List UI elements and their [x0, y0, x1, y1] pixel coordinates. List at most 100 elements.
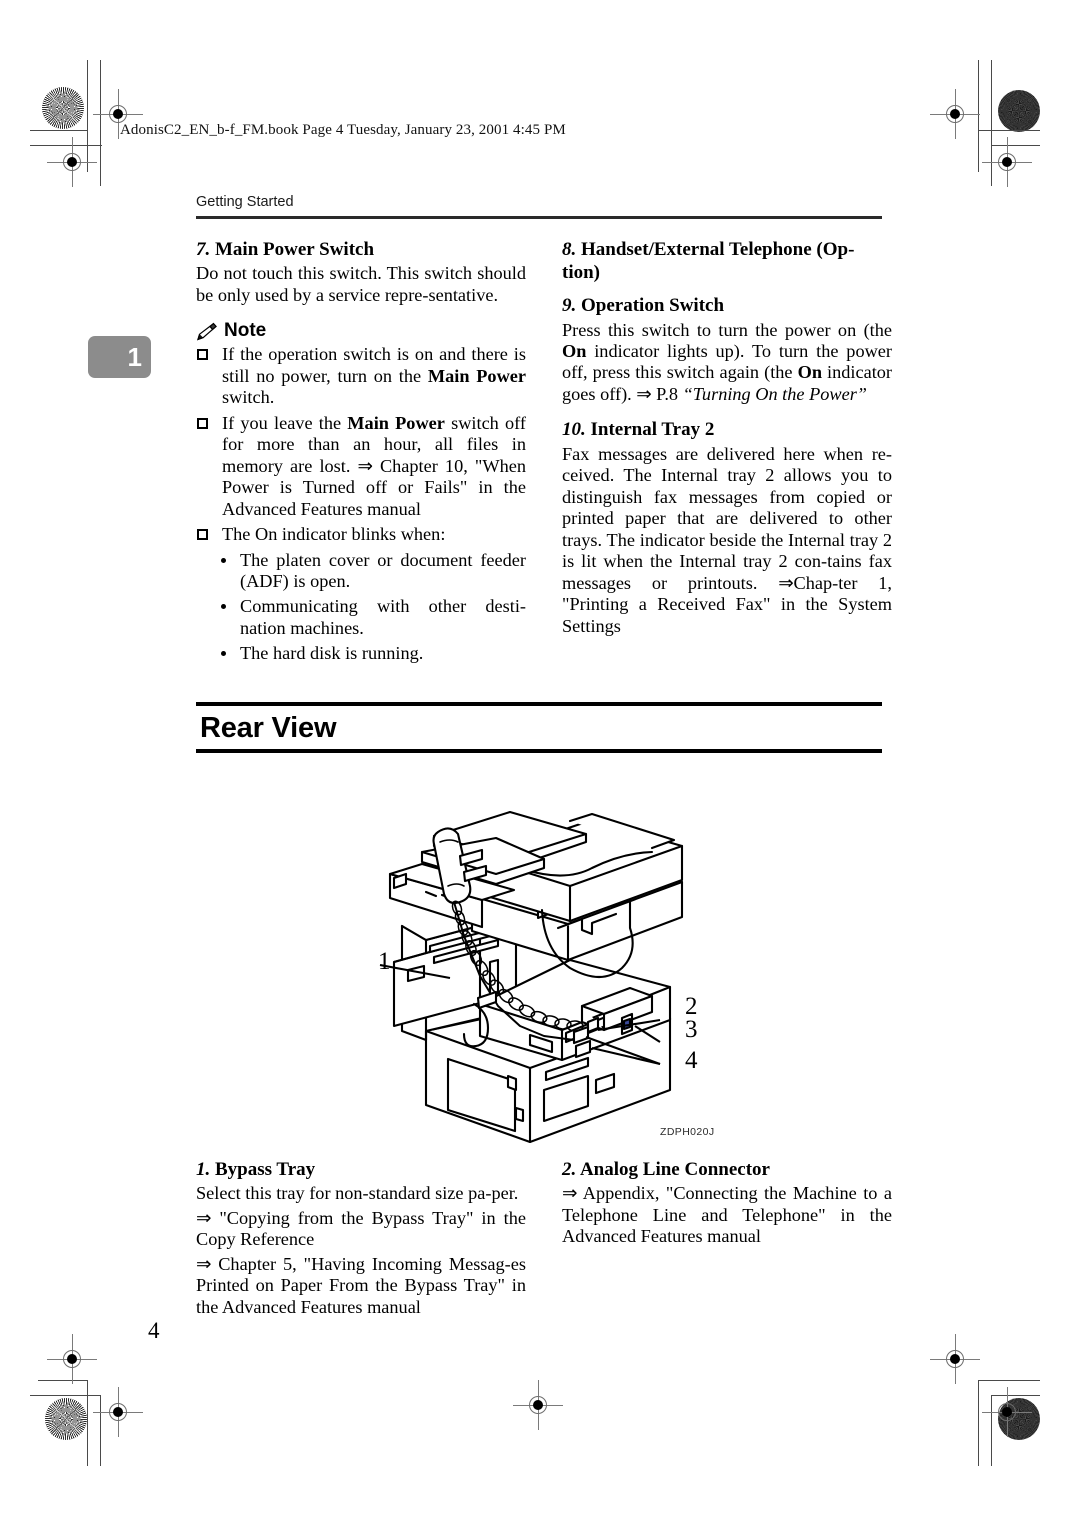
- figure-id-label: ZDPH020J: [660, 1126, 715, 1138]
- starburst-mark-top-left: [42, 87, 84, 129]
- registration-mark-right-lower: [930, 1334, 980, 1384]
- crop-rule: [87, 1380, 89, 1466]
- section-9-text-a: Press this switch to turn the power on (…: [562, 319, 892, 340]
- registration-mark-top-right: [930, 89, 980, 139]
- running-head: Getting Started: [196, 194, 294, 210]
- bottom-right-column: 2. Analog Line Connector ⇒ Appendix, "Co…: [562, 1158, 892, 1251]
- rear-view-illustration: [330, 790, 750, 1150]
- callout-number-4: 4: [685, 1047, 698, 1074]
- crop-rule: [87, 60, 89, 172]
- pencil-icon: [196, 322, 217, 341]
- crop-rule: [978, 1380, 1040, 1382]
- crop-rule: [991, 145, 1040, 147]
- section-heading-10: 10. Internal Tray 2: [562, 418, 892, 441]
- crop-rule: [30, 1395, 101, 1397]
- note-sub-bullet: Communicating with other desti-nation ma…: [218, 596, 526, 639]
- crop-rule: [38, 1380, 88, 1382]
- crop-rule: [30, 145, 102, 147]
- note-item-pre: If you leave the: [222, 412, 348, 433]
- registration-mark-right-upper: [982, 137, 1032, 187]
- analog-line-connector-paragraph: ⇒ Appendix, "Connecting the Machine to a…: [562, 1183, 892, 1247]
- section-10-paragraph: Fax messages are delivered here when re-…: [562, 443, 892, 636]
- note-item-post: switch.: [222, 387, 275, 408]
- note-sub-bullet-list: The platen cover or document feeder (ADF…: [196, 550, 526, 665]
- section-heading-analog-line-connector: 2. Analog Line Connector: [562, 1158, 892, 1181]
- section-7-paragraph: Do not touch this switch. This switch sh…: [196, 263, 526, 305]
- starburst-mark-bottom-right: [998, 1398, 1040, 1440]
- note-item: If the operation switch is on and there …: [196, 344, 526, 408]
- crop-rule: [991, 60, 993, 186]
- section-heading-bypass-tray: 1. Bypass Tray: [196, 1158, 526, 1181]
- note-sub-bullet-text: The platen cover or document feeder (ADF…: [240, 549, 526, 591]
- section-9-bold-b: On: [797, 362, 822, 383]
- note-item-bold: Main Power: [427, 365, 526, 386]
- crop-rule: [978, 1380, 980, 1466]
- dot-bullet-icon: [221, 651, 226, 657]
- crop-rule: [30, 130, 88, 132]
- dot-bullet-icon: [221, 604, 226, 610]
- crop-rule: [100, 1395, 102, 1466]
- registration-mark-left-upper: [47, 137, 97, 187]
- section-number-8: 8.: [562, 239, 577, 260]
- note-item: The On indicator blinks when:: [196, 524, 526, 545]
- section-9-italic-reference: “Turning On the Power”: [682, 383, 867, 404]
- square-bullet-icon: [197, 349, 208, 361]
- section-title-7: Main Power Switch: [215, 239, 375, 260]
- chapter-tab: 1: [88, 336, 151, 378]
- page-number: 4: [148, 1318, 160, 1343]
- note-item: If you leave the Main Power switch off f…: [196, 413, 526, 520]
- note-label: Note: [224, 320, 267, 342]
- section-banner-rear-view: Rear View: [196, 702, 882, 753]
- note-sub-bullet-text: The hard disk is running.: [240, 643, 424, 664]
- right-column: 8. Handset/External Telephone (Op-tion) …: [562, 238, 892, 640]
- starburst-mark-top-right: [998, 90, 1040, 132]
- crop-rule: [978, 60, 980, 172]
- note-sub-bullet: The platen cover or document feeder (ADF…: [218, 550, 526, 593]
- banner-rule-bottom: [196, 749, 882, 753]
- note-sub-bullet: The hard disk is running.: [218, 643, 526, 664]
- note-heading: Note: [196, 320, 526, 342]
- starburst-mark-bottom-left: [45, 1398, 87, 1440]
- crop-rule: [991, 1395, 1040, 1397]
- section-number-1: 1.: [196, 1159, 211, 1180]
- bypass-tray-paragraph-1: Select this tray for non-standard size p…: [196, 1183, 519, 1204]
- left-column: 7. Main Power Switch Do not touch this s…: [196, 238, 526, 669]
- section-number-2: 2.: [562, 1159, 577, 1180]
- copier-line-drawing: [379, 810, 684, 1144]
- bypass-tray-paragraph-3: ⇒ Chapter 5, "Having Incoming Messag-es …: [196, 1253, 526, 1317]
- section-title-10: Internal Tray 2: [590, 419, 715, 441]
- note-sub-bullet-text: Communicating with other desti-nation ma…: [240, 596, 526, 638]
- section-number-10: 10.: [562, 419, 586, 441]
- crop-rule: [991, 1395, 993, 1466]
- section-heading-9: 9. Operation Switch: [562, 294, 892, 317]
- square-bullet-icon: [197, 529, 208, 541]
- note-item-pre: The On indicator blinks when:: [222, 524, 446, 545]
- section-title-8: Handset/External Telephone (Op-tion): [562, 239, 855, 284]
- note-item-bold: Main Power: [347, 412, 445, 433]
- callout-number-3: 3: [685, 1016, 698, 1043]
- crop-rule: [100, 60, 102, 186]
- section-title-analog-line-connector: Analog Line Connector: [579, 1159, 770, 1180]
- section-heading-7: 7. Main Power Switch: [196, 238, 526, 261]
- dot-bullet-icon: [221, 557, 226, 563]
- note-list: If the operation switch is on and there …: [196, 344, 526, 545]
- section-number-9: 9.: [562, 295, 577, 317]
- registration-mark-bottom-left: [93, 1387, 143, 1437]
- registration-mark-bottom-center: [513, 1380, 563, 1430]
- section-title-bypass-tray: Bypass Tray: [215, 1159, 316, 1180]
- section-9-paragraph: Press this switch to turn the power on (…: [562, 320, 892, 406]
- crop-rule: [978, 130, 1040, 132]
- print-header-line: AdonisC2_EN_b-f_FM.book Page 4 Tuesday, …: [120, 122, 566, 138]
- registration-mark-bottom-right: [982, 1387, 1032, 1437]
- square-bullet-icon: [197, 417, 208, 429]
- section-title-9: Operation Switch: [581, 295, 725, 317]
- bypass-tray-paragraph-2: ⇒ "Copying from the Bypass Tray" in the …: [196, 1207, 526, 1250]
- section-9-bold-a: On: [562, 341, 587, 361]
- callout-number-1: 1: [378, 948, 391, 975]
- bottom-left-column: 1. Bypass Tray Select this tray for non-…: [196, 1158, 526, 1321]
- section-number-7: 7.: [196, 239, 211, 260]
- registration-mark-left-lower: [47, 1334, 97, 1384]
- section-heading-8: 8. Handset/External Telephone (Op-tion): [562, 238, 892, 284]
- banner-title: Rear View: [200, 712, 337, 744]
- running-head-rule: [196, 216, 882, 219]
